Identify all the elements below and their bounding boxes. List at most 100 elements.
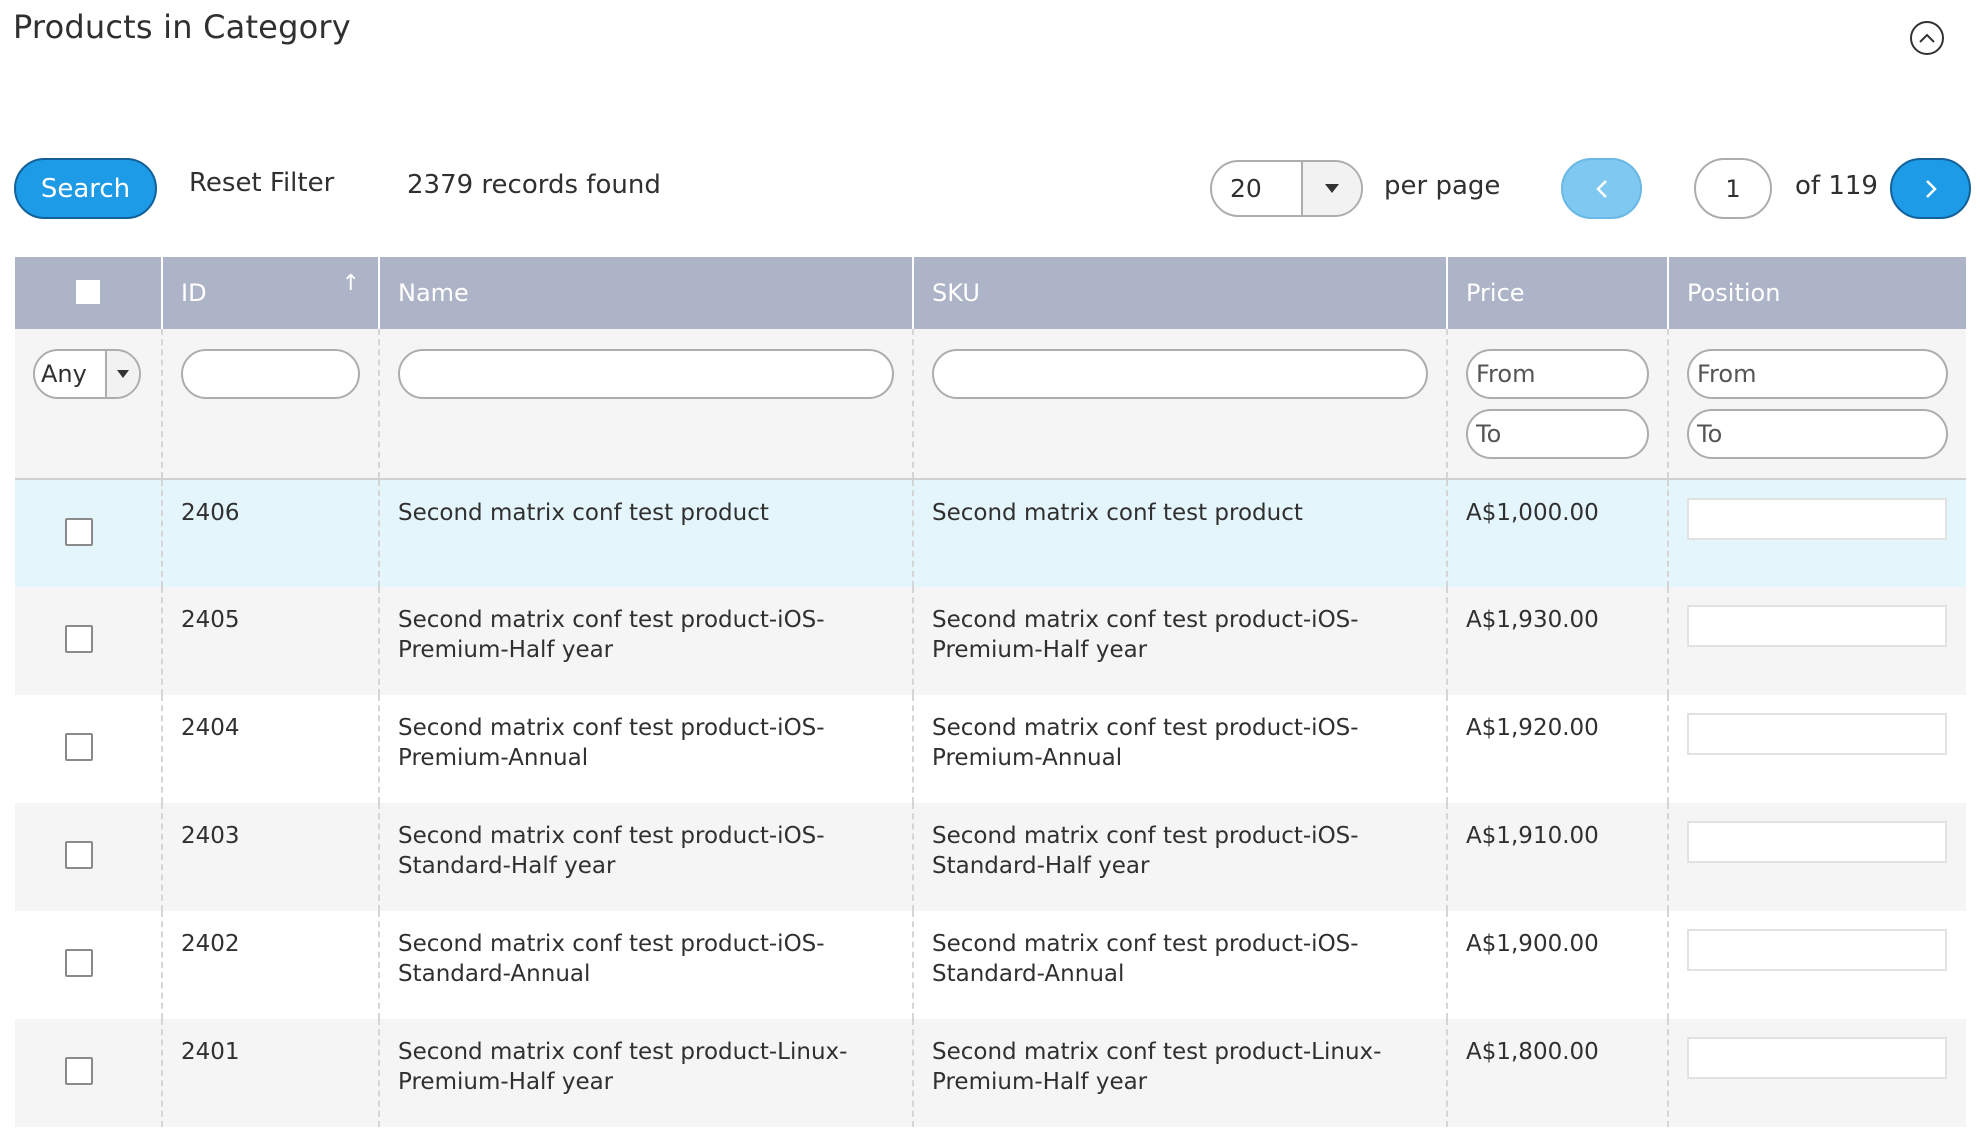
chevron-right-icon	[1925, 179, 1937, 198]
sort-ascending-icon: ↑	[341, 271, 360, 296]
filter-cell-position	[1668, 329, 1966, 480]
cell-id: 2404	[162, 695, 380, 803]
row-checkbox[interactable]	[65, 518, 93, 546]
column-header-name[interactable]: Name	[379, 257, 914, 329]
table-row[interactable]: 2401 Second matrix conf test product-Lin…	[15, 1019, 1966, 1127]
cell-price: A$1,930.00	[1447, 587, 1669, 695]
filter-cell-price	[1447, 329, 1669, 480]
cell-position	[1668, 695, 1966, 803]
chevron-left-icon	[1595, 179, 1607, 198]
cell-sku: Second matrix conf test product-iOS-Stan…	[913, 803, 1448, 911]
cell-position	[1668, 911, 1966, 1019]
position-input[interactable]	[1687, 929, 1947, 971]
caret-down-icon	[105, 351, 139, 397]
cell-sku: Second matrix conf test product-Linux-Pr…	[913, 1019, 1448, 1127]
column-header-label: ID	[181, 279, 207, 307]
cell-id: 2402	[162, 911, 380, 1019]
cell-sku: Second matrix conf test product-iOS-Stan…	[913, 911, 1448, 1019]
position-input[interactable]	[1687, 498, 1947, 540]
column-header-id[interactable]: ID ↑	[162, 257, 380, 329]
records-found-count: 2379 records found	[407, 170, 661, 200]
cell-name: Second matrix conf test product-iOS-Prem…	[379, 587, 914, 695]
price-to-input[interactable]	[1466, 409, 1649, 459]
cell-position	[1668, 803, 1966, 911]
cell-position	[1668, 479, 1966, 587]
select-all-header	[15, 257, 163, 329]
per-page-label: per page	[1384, 171, 1501, 201]
cell-name: Second matrix conf test product-iOS-Stan…	[379, 803, 914, 911]
position-input[interactable]	[1687, 605, 1947, 647]
column-header-label: Price	[1466, 279, 1525, 307]
column-header-label: Position	[1687, 279, 1781, 307]
cell-id: 2403	[162, 803, 380, 911]
cell-price: A$1,920.00	[1447, 695, 1669, 803]
search-button[interactable]: Search	[14, 158, 157, 219]
cell-price: A$1,900.00	[1447, 911, 1669, 1019]
row-select-cell	[15, 1019, 163, 1127]
select-all-checkbox[interactable]	[74, 278, 102, 306]
row-select-cell	[15, 695, 163, 803]
row-checkbox[interactable]	[65, 1057, 93, 1085]
cell-price: A$1,800.00	[1447, 1019, 1669, 1127]
table-row[interactable]: 2404 Second matrix conf test product-iOS…	[15, 695, 1966, 803]
filter-cell-sku	[913, 329, 1448, 480]
total-pages-label: of 119	[1795, 171, 1878, 201]
grid-toolbar: Search Reset Filter 2379 records found 2…	[0, 0, 1980, 240]
position-input[interactable]	[1687, 713, 1947, 755]
column-header-position[interactable]: Position	[1668, 257, 1966, 329]
row-select-cell	[15, 803, 163, 911]
table-row[interactable]: 2402 Second matrix conf test product-iOS…	[15, 911, 1966, 1019]
column-header-sku[interactable]: SKU	[913, 257, 1448, 329]
grid-header-row: ID ↑ Name SKU Price Position	[15, 257, 1966, 329]
id-filter-input[interactable]	[181, 349, 360, 399]
in-category-filter-select[interactable]: Any	[33, 349, 141, 399]
cell-name: Second matrix conf test product-iOS-Stan…	[379, 911, 914, 1019]
column-header-price[interactable]: Price	[1447, 257, 1669, 329]
previous-page-button[interactable]	[1561, 158, 1642, 219]
cell-id: 2406	[162, 479, 380, 587]
cell-name: Second matrix conf test product	[379, 479, 914, 587]
cell-id: 2405	[162, 587, 380, 695]
position-input[interactable]	[1687, 1037, 1947, 1079]
column-header-label: SKU	[932, 279, 980, 307]
position-from-input[interactable]	[1687, 349, 1948, 399]
next-page-button[interactable]	[1890, 158, 1971, 219]
cell-position	[1668, 587, 1966, 695]
in-category-filter-value: Any	[41, 360, 87, 388]
position-input[interactable]	[1687, 821, 1947, 863]
row-checkbox[interactable]	[65, 625, 93, 653]
name-filter-input[interactable]	[398, 349, 894, 399]
sku-filter-input[interactable]	[932, 349, 1428, 399]
row-checkbox[interactable]	[65, 949, 93, 977]
table-row[interactable]: 2406 Second matrix conf test product Sec…	[15, 479, 1966, 587]
filter-cell-id	[162, 329, 380, 480]
cell-sku: Second matrix conf test product-iOS-Prem…	[913, 587, 1448, 695]
cell-price: A$1,000.00	[1447, 479, 1669, 587]
products-grid: ID ↑ Name SKU Price Position Any From To…	[15, 257, 1966, 1127]
cell-price: A$1,910.00	[1447, 803, 1669, 911]
filter-cell-select: Any	[15, 329, 163, 480]
row-checkbox[interactable]	[65, 841, 93, 869]
cell-sku: Second matrix conf test product-iOS-Prem…	[913, 695, 1448, 803]
column-header-label: Name	[398, 279, 469, 307]
row-select-cell	[15, 587, 163, 695]
cell-position	[1668, 1019, 1966, 1127]
filter-row: Any	[15, 329, 1966, 480]
cell-id: 2401	[162, 1019, 380, 1127]
per-page-value: 20	[1230, 174, 1262, 203]
row-select-cell	[15, 479, 163, 587]
current-page-input[interactable]	[1694, 158, 1772, 219]
cell-name: Second matrix conf test product-iOS-Prem…	[379, 695, 914, 803]
reset-filter-button[interactable]: Reset Filter	[189, 168, 334, 198]
cell-sku: Second matrix conf test product	[913, 479, 1448, 587]
row-checkbox[interactable]	[65, 733, 93, 761]
table-row[interactable]: 2405 Second matrix conf test product-iOS…	[15, 587, 1966, 695]
caret-down-icon	[1301, 162, 1361, 215]
cell-name: Second matrix conf test product-Linux-Pr…	[379, 1019, 914, 1127]
price-from-input[interactable]	[1466, 349, 1649, 399]
position-to-input[interactable]	[1687, 409, 1948, 459]
per-page-select[interactable]: 20	[1210, 160, 1363, 217]
filter-cell-name	[379, 329, 914, 480]
row-select-cell	[15, 911, 163, 1019]
table-row[interactable]: 2403 Second matrix conf test product-iOS…	[15, 803, 1966, 911]
